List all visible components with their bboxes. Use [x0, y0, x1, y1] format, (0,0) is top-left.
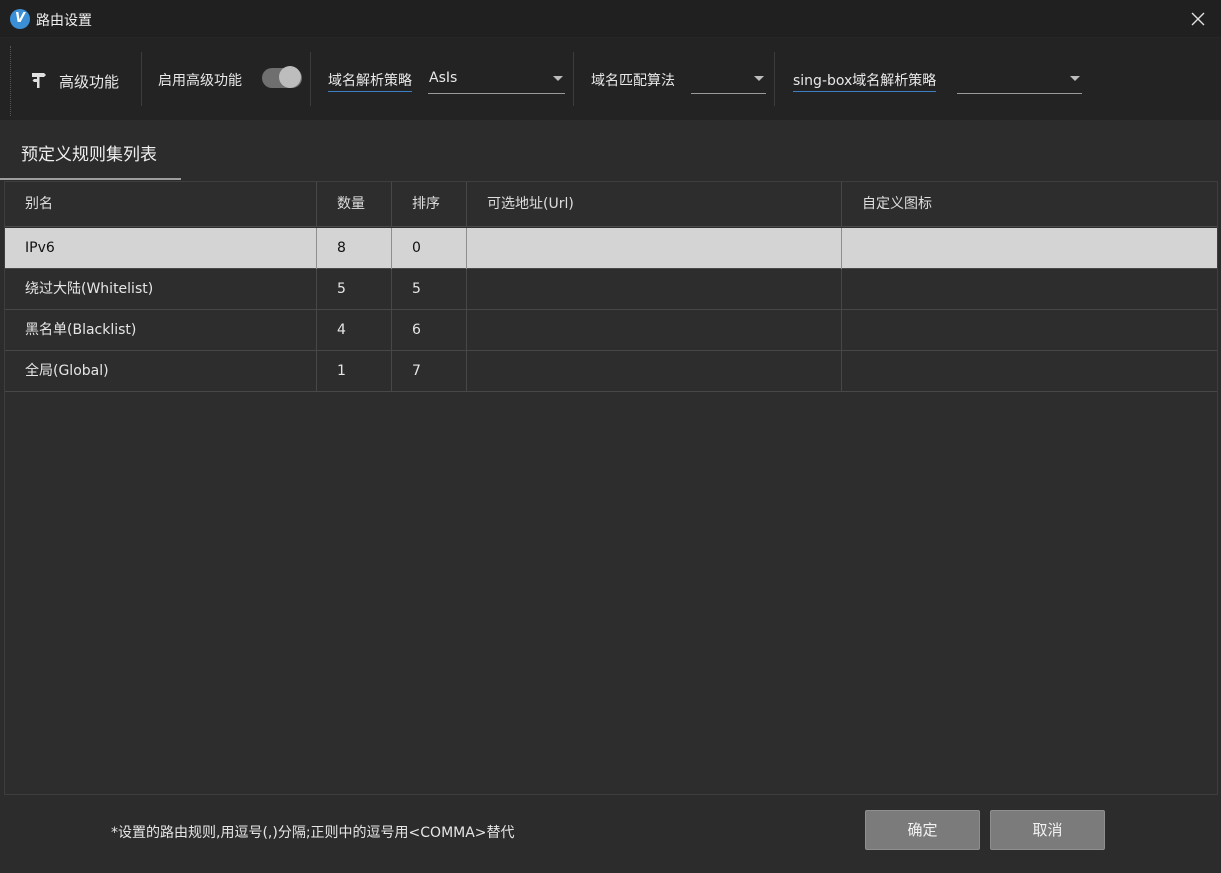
- cell-count: 4: [317, 310, 392, 351]
- table-row[interactable]: 绕过大陆(Whitelist) 5 5: [5, 269, 1217, 310]
- enable-advanced-label: 启用高级功能: [158, 73, 242, 89]
- cell-url: [467, 269, 842, 310]
- cell-alias: 绕过大陆(Whitelist): [5, 269, 317, 310]
- title-bar: V 路由设置: [0, 0, 1221, 38]
- advanced-label: 高级功能: [59, 73, 120, 91]
- tab-strip: 预定义规则集列表: [0, 120, 1221, 182]
- table-row[interactable]: IPv6 8 0: [5, 228, 1217, 269]
- cell-alias: IPv6: [5, 228, 317, 269]
- tab-predefined-rulesets[interactable]: 预定义规则集列表: [0, 140, 181, 180]
- cell-url: [467, 351, 842, 392]
- cell-order: 6: [392, 310, 467, 351]
- chevron-down-icon: [553, 76, 563, 81]
- column-header-count[interactable]: 数量: [317, 182, 392, 227]
- cell-order: 7: [392, 351, 467, 392]
- cancel-button[interactable]: 取消: [990, 810, 1105, 850]
- content-area: 别名 数量 排序 可选地址(Url) 自定义图标 IPv6 8 0 绕过大陆(W…: [0, 180, 1221, 873]
- cell-alias: 全局(Global): [5, 351, 317, 392]
- cell-count: 8: [317, 228, 392, 269]
- app-logo-icon: V: [10, 9, 30, 29]
- table-row[interactable]: 黑名单(Blacklist) 4 6: [5, 310, 1217, 351]
- cell-order: 0: [392, 228, 467, 269]
- toolbar: 高级功能 启用高级功能 域名解析策略 AsIs 域名匹配算法 sing-box域…: [0, 38, 1221, 120]
- column-header-url[interactable]: 可选地址(Url): [467, 182, 842, 227]
- chevron-down-icon: [754, 76, 764, 81]
- domain-matcher-select[interactable]: [691, 66, 766, 94]
- singbox-strategy-select[interactable]: [957, 66, 1082, 94]
- cell-icon: [842, 310, 1217, 351]
- toggle-knob: [279, 66, 301, 88]
- domain-strategy-label: 域名解析策略: [328, 70, 412, 92]
- signpost-icon: [32, 73, 46, 88]
- cell-url: [467, 228, 842, 269]
- toolbar-separator: [310, 52, 311, 106]
- domain-matcher-label: 域名匹配算法: [591, 73, 675, 89]
- ok-button[interactable]: 确定: [865, 810, 980, 850]
- column-header-alias[interactable]: 别名: [5, 182, 317, 227]
- table-row[interactable]: 全局(Global) 1 7: [5, 351, 1217, 392]
- ruleset-table: 别名 数量 排序 可选地址(Url) 自定义图标 IPv6 8 0 绕过大陆(W…: [4, 181, 1218, 795]
- cell-count: 1: [317, 351, 392, 392]
- toolbar-separator: [141, 52, 142, 106]
- table-header: 别名 数量 排序 可选地址(Url) 自定义图标: [5, 182, 1217, 227]
- close-button[interactable]: [1175, 0, 1221, 38]
- enable-advanced-toggle[interactable]: [262, 66, 302, 88]
- footer-note: *设置的路由规则,用逗号(,)分隔;正则中的逗号用<COMMA>替代: [111, 825, 515, 841]
- window-title: 路由设置: [36, 13, 92, 29]
- toolbar-separator: [774, 52, 775, 106]
- toolbar-grip[interactable]: [10, 46, 12, 116]
- cell-url: [467, 310, 842, 351]
- cell-order: 5: [392, 269, 467, 310]
- cell-icon: [842, 351, 1217, 392]
- domain-strategy-value: AsIs: [429, 70, 458, 86]
- tab-label: 预定义规则集列表: [21, 145, 157, 165]
- cell-icon: [842, 269, 1217, 310]
- cell-alias: 黑名单(Blacklist): [5, 310, 317, 351]
- close-icon: [1191, 12, 1205, 26]
- cell-count: 5: [317, 269, 392, 310]
- column-header-order[interactable]: 排序: [392, 182, 467, 227]
- toolbar-separator: [573, 52, 574, 106]
- column-header-icon[interactable]: 自定义图标: [842, 182, 1217, 227]
- singbox-strategy-label: sing-box域名解析策略: [793, 70, 937, 92]
- domain-strategy-select[interactable]: AsIs: [428, 66, 565, 94]
- cell-icon: [842, 228, 1217, 269]
- chevron-down-icon: [1070, 76, 1080, 81]
